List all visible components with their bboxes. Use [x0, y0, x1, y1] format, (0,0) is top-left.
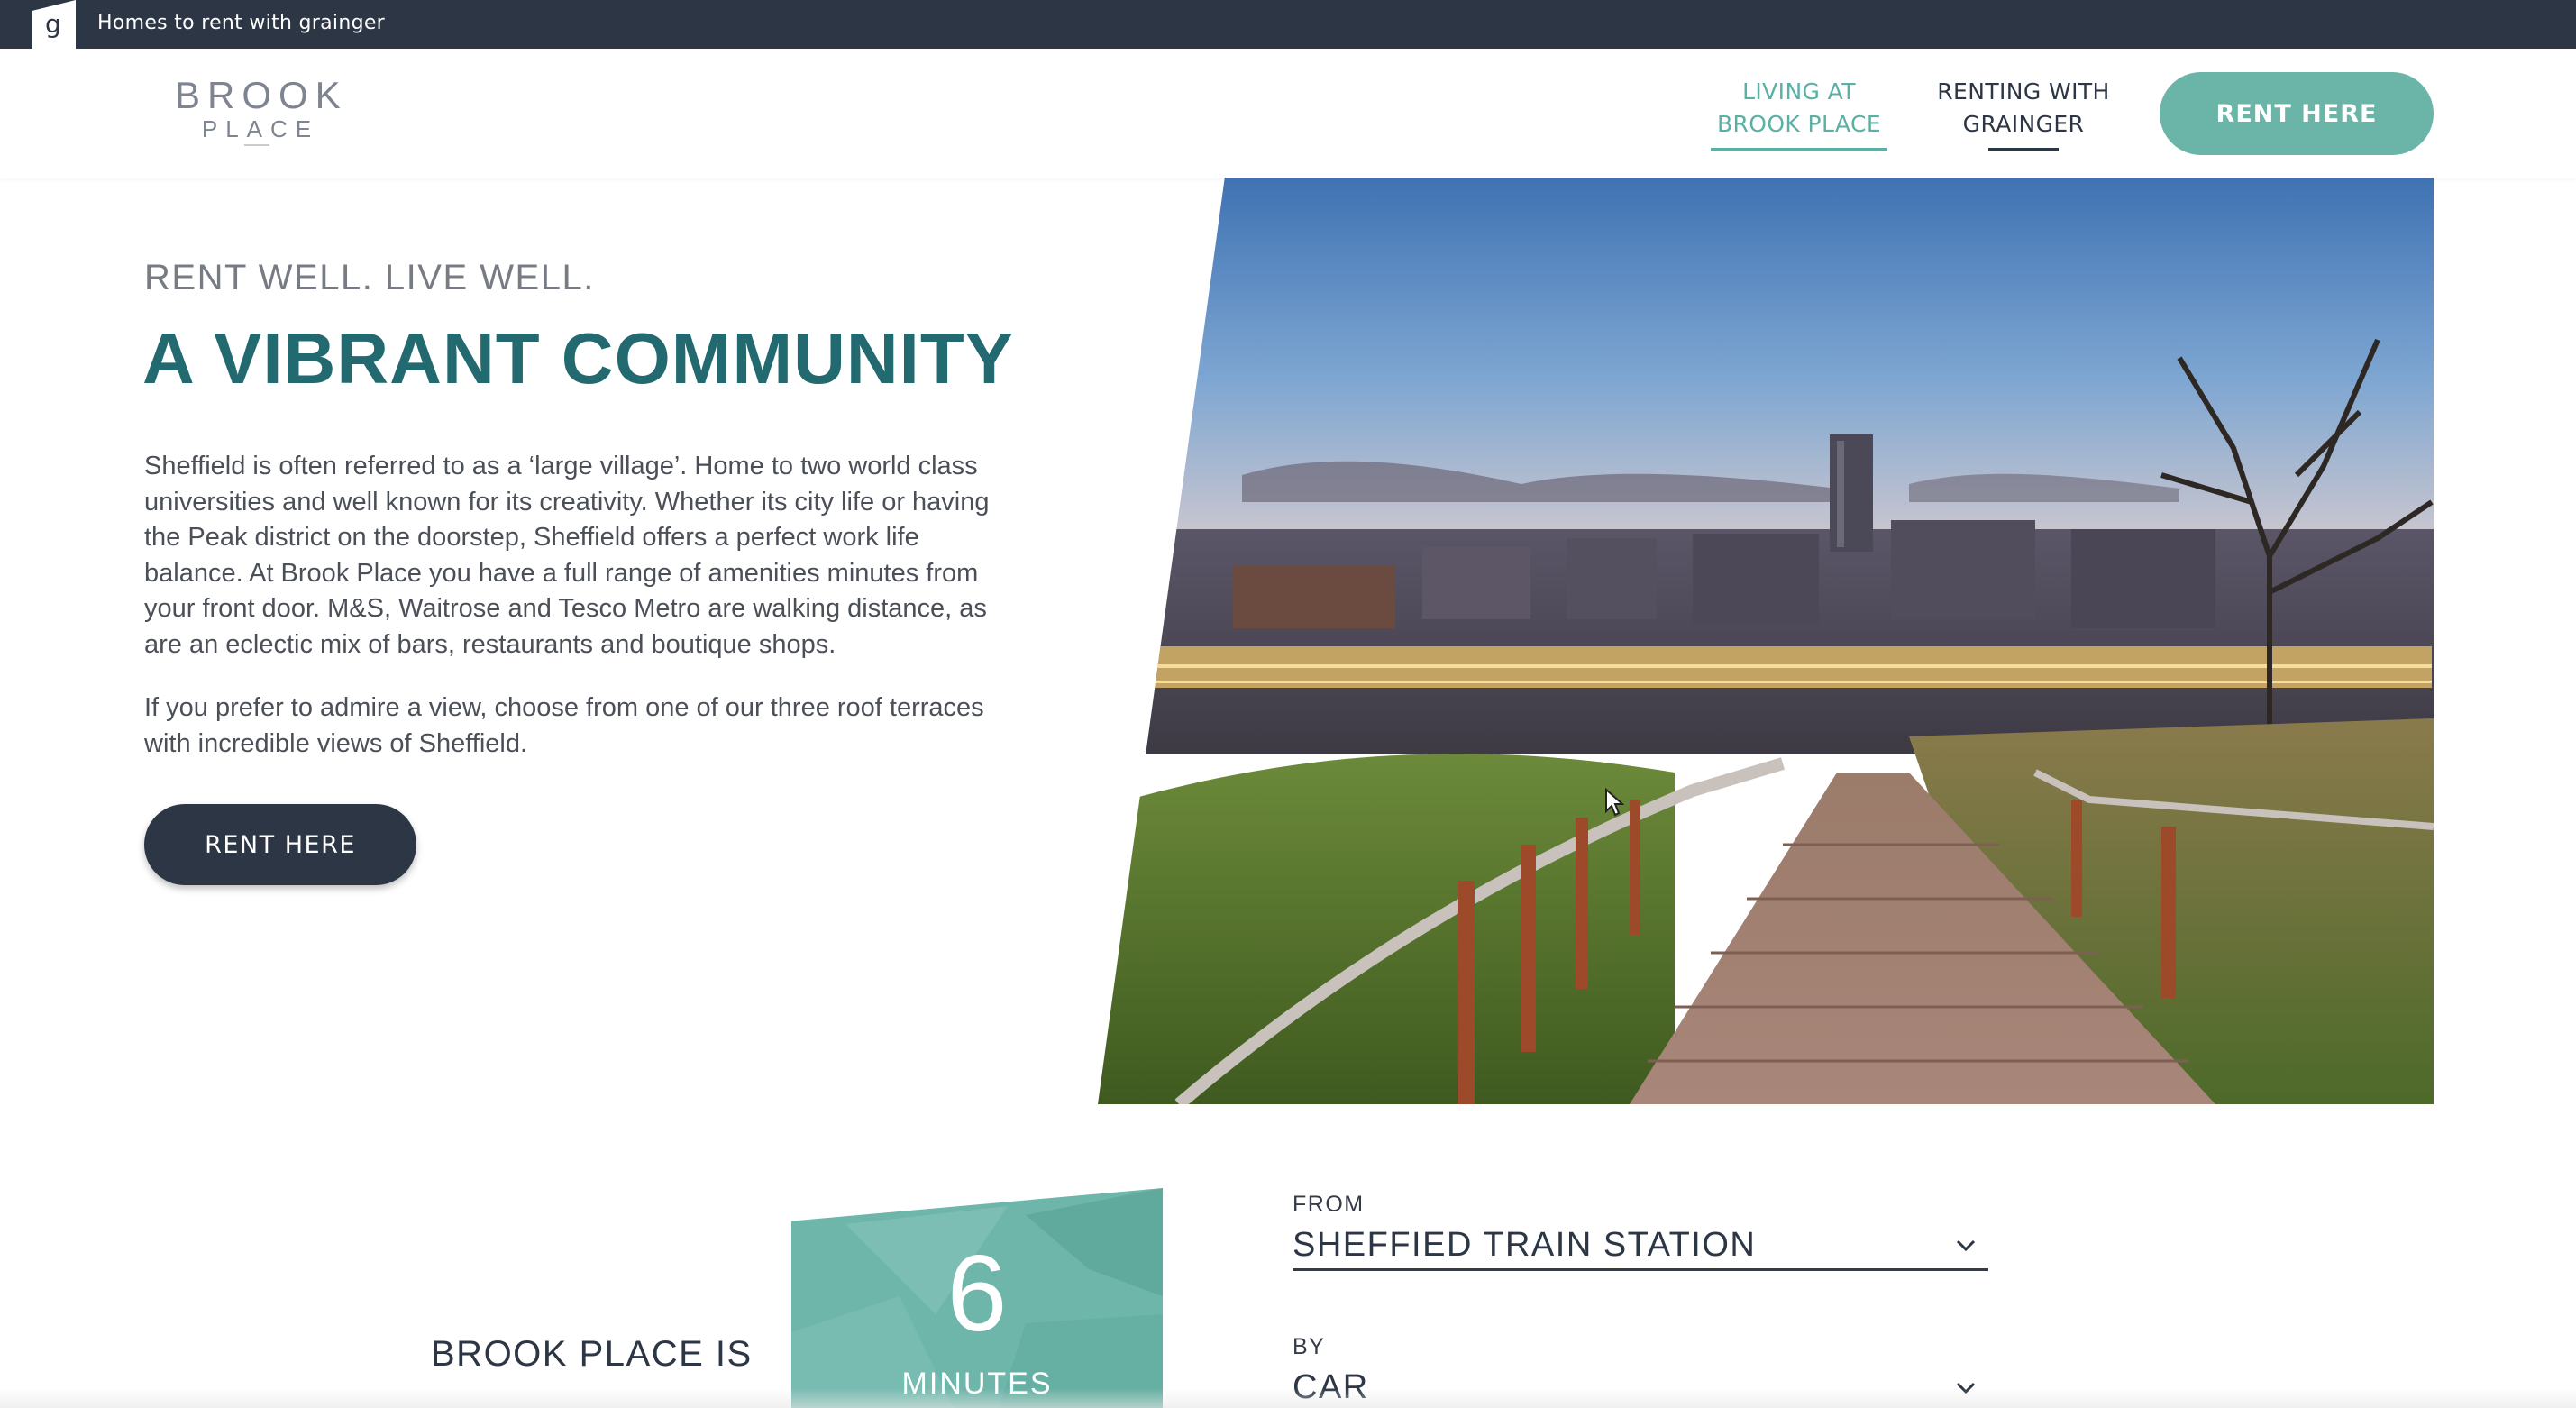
- hero-paragraph-2: If you prefer to admire a view, choose f…: [144, 690, 1109, 762]
- hero-paragraph-1: Sheffield is often referred to as a ‘lar…: [144, 449, 1109, 663]
- chevron-down-icon: [1956, 1382, 1976, 1394]
- from-select-value: SHEFFIED TRAIN STATION: [1293, 1226, 1757, 1264]
- travel-prefix: BROOK PLACE IS: [431, 1334, 753, 1374]
- para-line: with incredible views of Sheffield.: [144, 728, 528, 758]
- nav-label-line1: RENTING WITH: [1937, 78, 2110, 105]
- by-select-value: CAR: [1293, 1368, 1369, 1406]
- para-line: are an eclectic mix of bars, restaurants…: [144, 629, 836, 659]
- hero-eyebrow: RENT WELL. LIVE WELL.: [144, 258, 595, 297]
- para-line: your front door. M&S, Waitrose and Tesco…: [144, 594, 987, 623]
- minutes-value: 6: [946, 1233, 1008, 1354]
- nav-label-line2: GRAINGER: [1962, 111, 2085, 137]
- para-line: balance. At Brook Place you have a full …: [144, 558, 979, 588]
- brand-bottom-word: PLACE: [201, 115, 320, 142]
- brand-underline: [244, 144, 269, 146]
- grainger-top-bar: g Homes to rent with grainger: [0, 0, 2576, 49]
- brand-top-word: BROOK: [175, 74, 348, 116]
- by-label: BY: [1293, 1334, 1326, 1359]
- para-line: Sheffield is often referred to as a ‘lar…: [144, 452, 978, 480]
- hero-rent-here-button[interactable]: RENT HERE: [144, 804, 416, 885]
- mouse-cursor-icon: [1605, 788, 1624, 817]
- sheffield-skyline-photo: [1098, 178, 2434, 1104]
- by-select[interactable]: CAR: [1293, 1363, 1988, 1408]
- from-label: FROM: [1293, 1192, 1365, 1217]
- photo-illustration: [1098, 178, 2434, 1104]
- para-line: If you prefer to admire a view, choose f…: [144, 693, 984, 722]
- chevron-down-icon: [1956, 1239, 1976, 1252]
- bottom-fade: [0, 1388, 2576, 1408]
- topbar-title[interactable]: Homes to rent with grainger: [97, 12, 385, 34]
- nav-renting-with-grainger[interactable]: RENTING WITH GRAINGER: [1929, 76, 2118, 151]
- nav-label-line2: BROOK PLACE: [1716, 111, 1882, 137]
- nav-label-line1: LIVING AT: [1742, 78, 1856, 105]
- brook-place-logo[interactable]: BROOK PLACE: [175, 74, 348, 146]
- para-line: the Peak district on the doorstep, Sheff…: [144, 523, 919, 552]
- minutes-label: MINUTES: [901, 1367, 1053, 1401]
- minutes-highlight: 6 MINUTES: [791, 1188, 1163, 1408]
- para-line: universities and well known for its crea…: [144, 487, 990, 517]
- grainger-logo[interactable]: g: [32, 0, 76, 49]
- hero-headline: A VIBRANT COMMUNITY: [142, 318, 1015, 398]
- header-rent-here-button[interactable]: RENT HERE: [2160, 72, 2434, 155]
- from-select[interactable]: SHEFFIED TRAIN STATION: [1293, 1221, 1988, 1271]
- nav-hover-underline: [1988, 148, 2059, 151]
- grainger-logo-letter: g: [45, 9, 61, 39]
- nav-living-at-brook-place[interactable]: LIVING AT BROOK PLACE: [1709, 76, 1889, 151]
- nav-active-underline: [1711, 148, 1887, 151]
